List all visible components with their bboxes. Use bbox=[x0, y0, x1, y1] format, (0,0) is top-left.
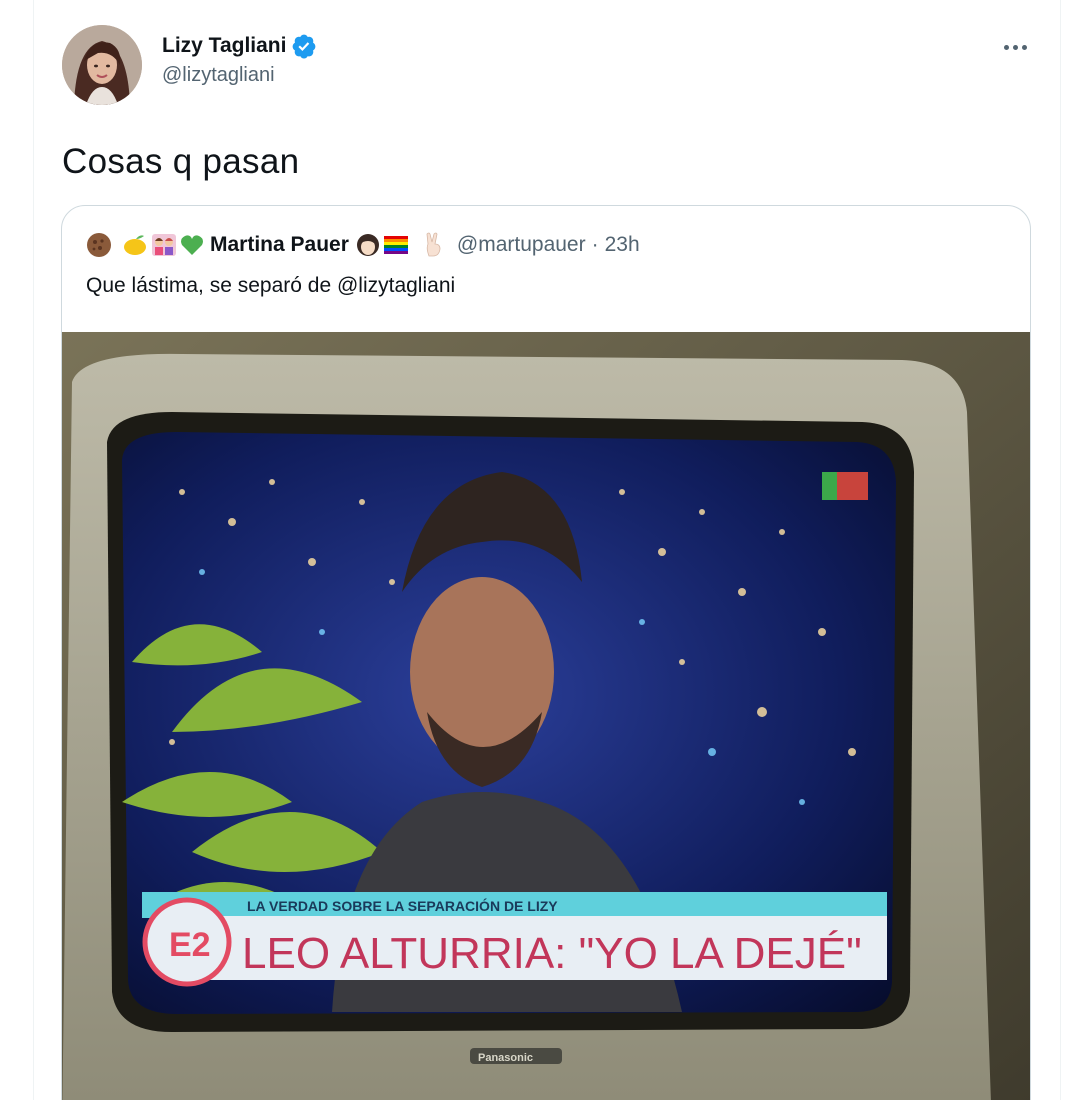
quoted-handle[interactable]: @martupauer bbox=[457, 233, 586, 257]
channel-badge: E2 bbox=[169, 926, 211, 964]
quoted-tweet-text: Que lástima, se separó de @lizytagliani bbox=[86, 274, 456, 297]
quoted-separator: · bbox=[591, 233, 599, 256]
woman-face-icon bbox=[356, 234, 379, 256]
more-options-icon[interactable] bbox=[998, 33, 1032, 61]
author-avatar[interactable] bbox=[62, 25, 142, 105]
quoted-tweet-card[interactable]: Martina Pauer @martupauer · 23h Que lást… bbox=[61, 205, 1031, 1100]
rainbow-flag-icon bbox=[383, 236, 408, 254]
lemon-icon bbox=[124, 235, 146, 255]
quoted-display-name[interactable]: Martina Pauer bbox=[210, 233, 349, 257]
author-display-name[interactable]: Lizy Tagliani bbox=[162, 34, 286, 58]
overlay-subtitle: LA VERDAD SOBRE LA SEPARACIÓN DE LIZY bbox=[247, 897, 558, 914]
overlay-headline: LEO ALTURRIA: "YO LA DEJÉ" bbox=[242, 929, 862, 978]
quoted-media-photo[interactable]: E2 LA VERDAD SOBRE LA SEPARACIÓN DE LIZY… bbox=[62, 332, 1030, 1100]
green-heart-icon bbox=[181, 235, 203, 255]
quoted-avatar[interactable] bbox=[86, 232, 112, 258]
quoted-tweet-header: Martina Pauer @martupauer · 23h bbox=[86, 228, 640, 262]
tv-brand: Panasonic bbox=[478, 1052, 533, 1064]
tv-photo: E2 LA VERDAD SOBRE LA SEPARACIÓN DE LIZY… bbox=[62, 332, 1030, 1100]
author-name-block[interactable]: Lizy Tagliani @lizytagliani bbox=[162, 30, 317, 87]
verified-badge-icon bbox=[291, 33, 317, 59]
tweet-text: Cosas q pasan bbox=[62, 142, 300, 181]
victory-hand-icon bbox=[426, 232, 441, 257]
couple-icon bbox=[152, 234, 176, 256]
quoted-timestamp[interactable]: 23h bbox=[605, 233, 640, 257]
author-handle[interactable]: @lizytagliani bbox=[162, 64, 317, 87]
